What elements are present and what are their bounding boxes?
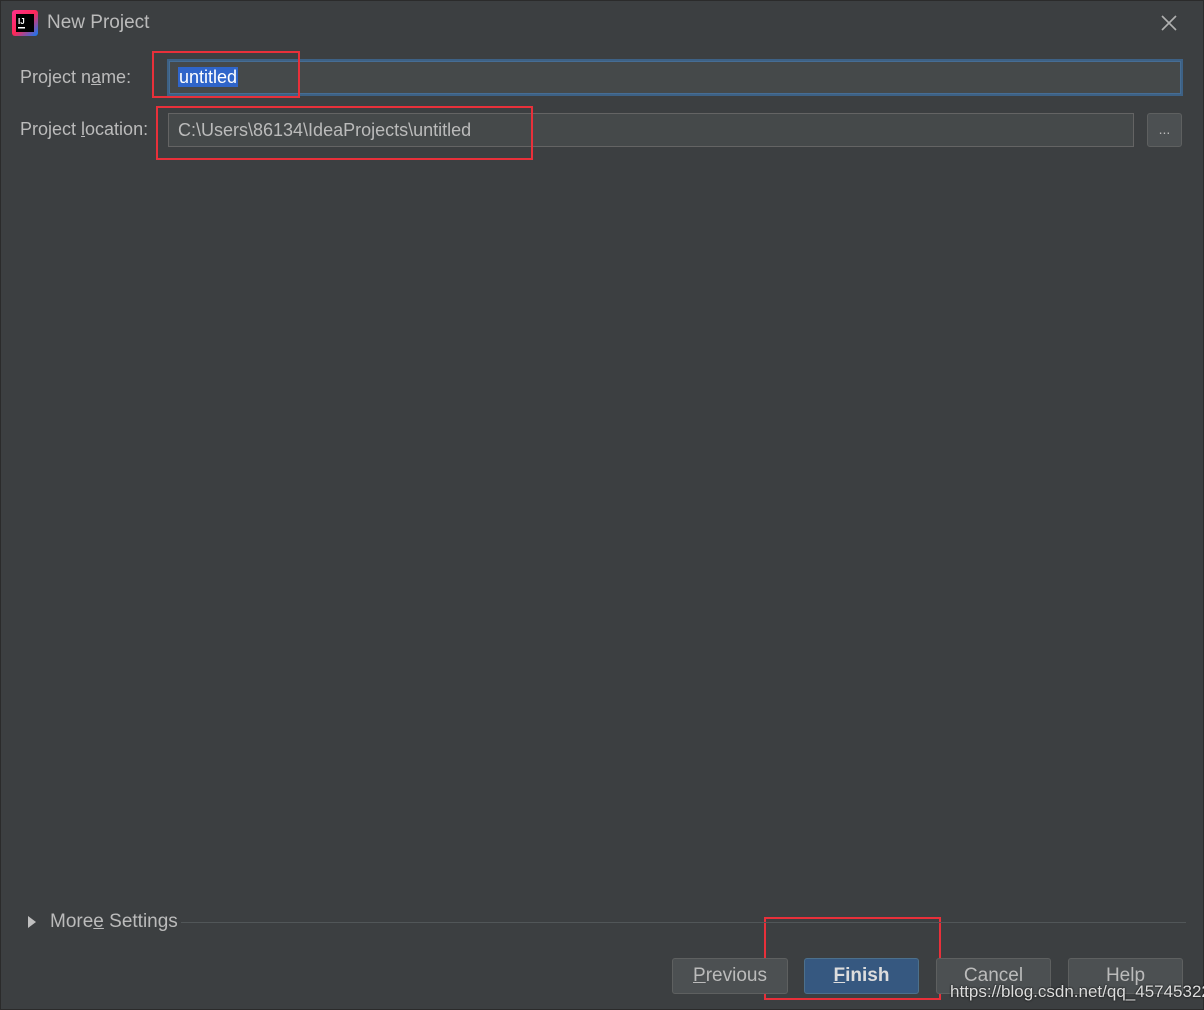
more-settings-toggle[interactable]: Moree Settings [27, 909, 178, 935]
more-settings-divider [181, 922, 1186, 923]
more-settings-label: Moree Settings [50, 911, 178, 932]
watermark-text: https://blog.csdn.net/qq_45745322 [950, 982, 1204, 1001]
new-project-dialog: IJ New Project Project name: untitled Pr… [0, 0, 1204, 1010]
project-name-input[interactable]: untitled [167, 59, 1183, 96]
intellij-idea-icon: IJ [12, 10, 38, 36]
project-location-input[interactable]: C:\Users\86134\IdeaProjects\untitled [168, 113, 1134, 147]
browse-location-button[interactable]: ... [1147, 113, 1182, 147]
triangle-right-icon [28, 916, 36, 928]
previous-button[interactable]: Previous [672, 958, 788, 994]
finish-button[interactable]: Finish [804, 958, 919, 994]
project-location-label: Project location: [20, 119, 149, 139]
project-name-label: Project name: [20, 67, 132, 87]
project-name-value: untitled [178, 67, 239, 87]
title-bar: IJ New Project [1, 1, 1203, 45]
window-title: New Project [47, 12, 150, 33]
close-button[interactable] [1155, 9, 1183, 37]
close-icon [1161, 15, 1177, 31]
project-location-value: C:\Users\86134\IdeaProjects\untitled [178, 120, 472, 140]
svg-text:IJ: IJ [18, 17, 25, 26]
